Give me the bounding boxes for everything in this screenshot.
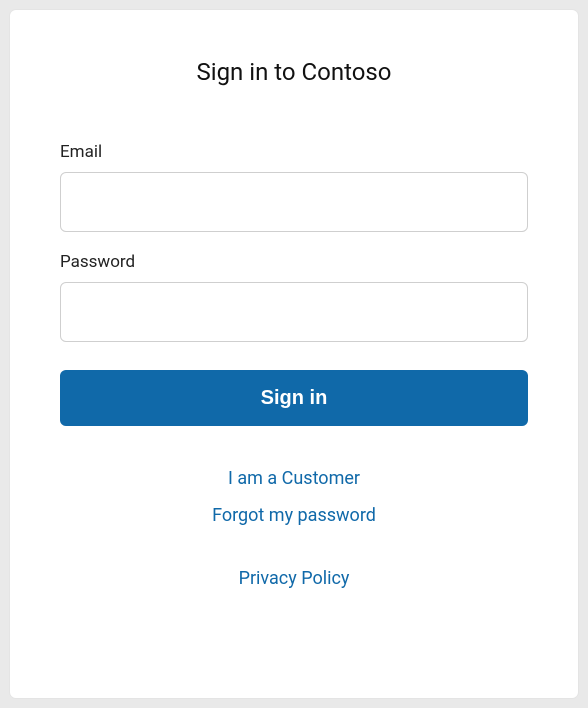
password-group: Password [60,252,528,342]
links-section: I am a Customer Forgot my password Priva… [60,468,528,589]
signin-card: Sign in to Contoso Email Password Sign i… [10,10,578,698]
email-label: Email [60,142,528,162]
password-field[interactable] [60,282,528,342]
password-label: Password [60,252,528,272]
customer-link[interactable]: I am a Customer [60,468,528,489]
forgot-password-link[interactable]: Forgot my password [60,505,528,526]
email-field[interactable] [60,172,528,232]
page-title: Sign in to Contoso [60,58,528,86]
email-group: Email [60,142,528,232]
signin-button[interactable]: Sign in [60,370,528,426]
privacy-policy-link[interactable]: Privacy Policy [60,568,528,589]
